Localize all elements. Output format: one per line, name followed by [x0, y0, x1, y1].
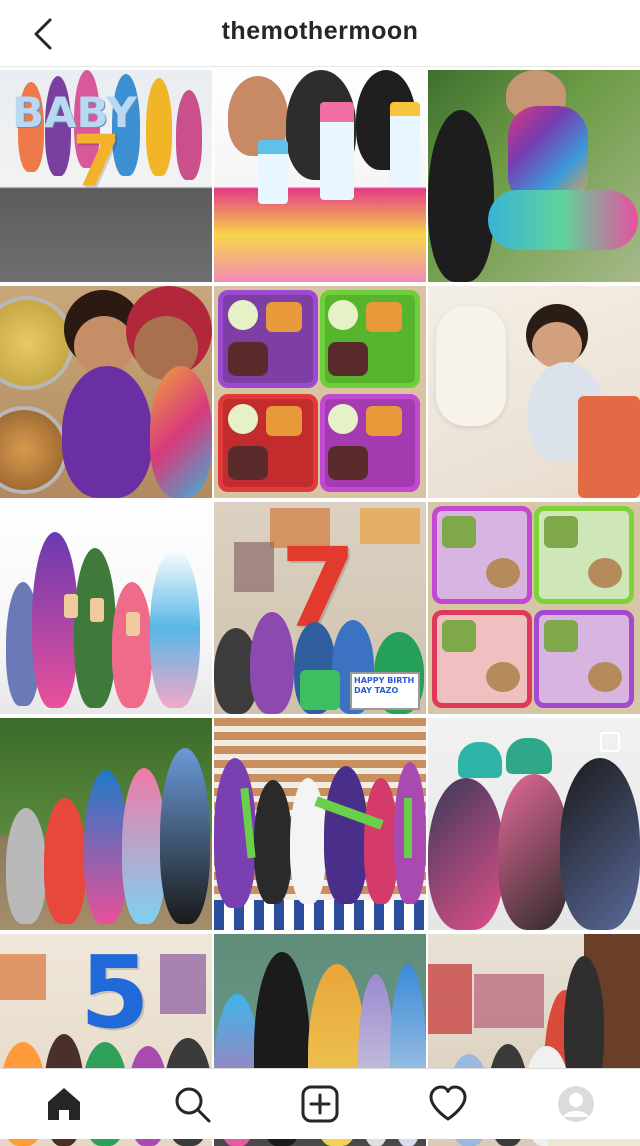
post-kids-stairs-celery[interactable] — [214, 718, 426, 930]
balloon-number: 7 — [72, 120, 121, 202]
wall-painting — [234, 542, 274, 592]
tile-step — [214, 900, 426, 930]
drink-cup — [90, 598, 104, 622]
post-kids-hug[interactable] — [0, 286, 212, 498]
profile-username: themothermoon — [221, 17, 419, 45]
food-item — [328, 342, 368, 376]
post-toddler-tie-dye[interactable] — [428, 70, 640, 282]
bottom-tab-bar — [0, 1068, 640, 1139]
wall-painting — [360, 508, 420, 544]
food-item — [228, 342, 268, 376]
wall-painting — [160, 954, 206, 1014]
multi-post-icon — [600, 732, 620, 752]
heart-icon — [429, 1085, 467, 1121]
shaved-ice-cup — [258, 140, 288, 204]
tie-dye-pants — [488, 190, 638, 250]
tab-profile[interactable] — [512, 1069, 640, 1139]
food-item — [442, 516, 476, 548]
food-item — [228, 446, 268, 480]
food-item — [588, 662, 622, 692]
food-item — [442, 620, 476, 652]
food-item — [328, 446, 368, 480]
wall-painting — [0, 954, 46, 1000]
tab-search[interactable] — [128, 1069, 256, 1139]
drink-cup — [126, 612, 140, 636]
shaved-ice-cup — [320, 102, 354, 200]
food-item — [486, 662, 520, 692]
birthday-sign: HAPPY BIRTH DAY TAZO — [350, 672, 420, 710]
food-item — [366, 406, 402, 436]
post-kids-beanies[interactable] — [428, 718, 640, 930]
posts-grid: BABY 7 7 HAPPY BIRTH DAY TAZO 5 — [0, 70, 640, 1146]
post-kids-garden[interactable] — [0, 718, 212, 930]
food-item — [266, 406, 302, 436]
avatar-icon — [558, 1086, 594, 1122]
post-sleeping-baby[interactable] — [428, 286, 640, 498]
balloon-number: 5 — [80, 934, 150, 1051]
pasta-bowl — [0, 296, 74, 390]
pillow — [436, 306, 506, 426]
food-item — [588, 558, 622, 588]
wall-painting — [474, 974, 544, 1028]
search-icon — [175, 1087, 211, 1123]
food-item — [228, 404, 258, 434]
food-item — [544, 516, 578, 548]
post-healthy-trays[interactable] — [428, 502, 640, 714]
food-item — [544, 620, 578, 652]
food-item — [266, 302, 302, 332]
post-kids-drinks[interactable] — [0, 502, 212, 714]
plus-square-icon — [301, 1085, 339, 1123]
home-icon — [48, 1088, 80, 1120]
shaved-ice-cup — [390, 102, 420, 186]
food-item — [228, 300, 258, 330]
post-lunch-trays[interactable] — [214, 286, 426, 498]
blanket — [578, 396, 640, 498]
food-item — [486, 558, 520, 588]
food-item — [366, 302, 402, 332]
post-birthday-7[interactable]: 7 HAPPY BIRTH DAY TAZO — [214, 502, 426, 714]
food-item — [328, 404, 358, 434]
tab-activity[interactable] — [384, 1069, 512, 1139]
celery-stick — [404, 798, 412, 858]
post-baby-7[interactable]: BABY 7 — [0, 70, 212, 282]
tab-home[interactable] — [0, 1069, 128, 1139]
drink-cup — [64, 594, 78, 618]
salad-bowl — [0, 406, 68, 494]
post-shaved-ice[interactable] — [214, 70, 426, 282]
birthday-cake — [300, 670, 340, 710]
tab-new-post[interactable] — [256, 1069, 384, 1139]
wall-painting — [428, 964, 472, 1034]
food-item — [328, 300, 358, 330]
top-bar: themothermoon — [0, 0, 640, 67]
